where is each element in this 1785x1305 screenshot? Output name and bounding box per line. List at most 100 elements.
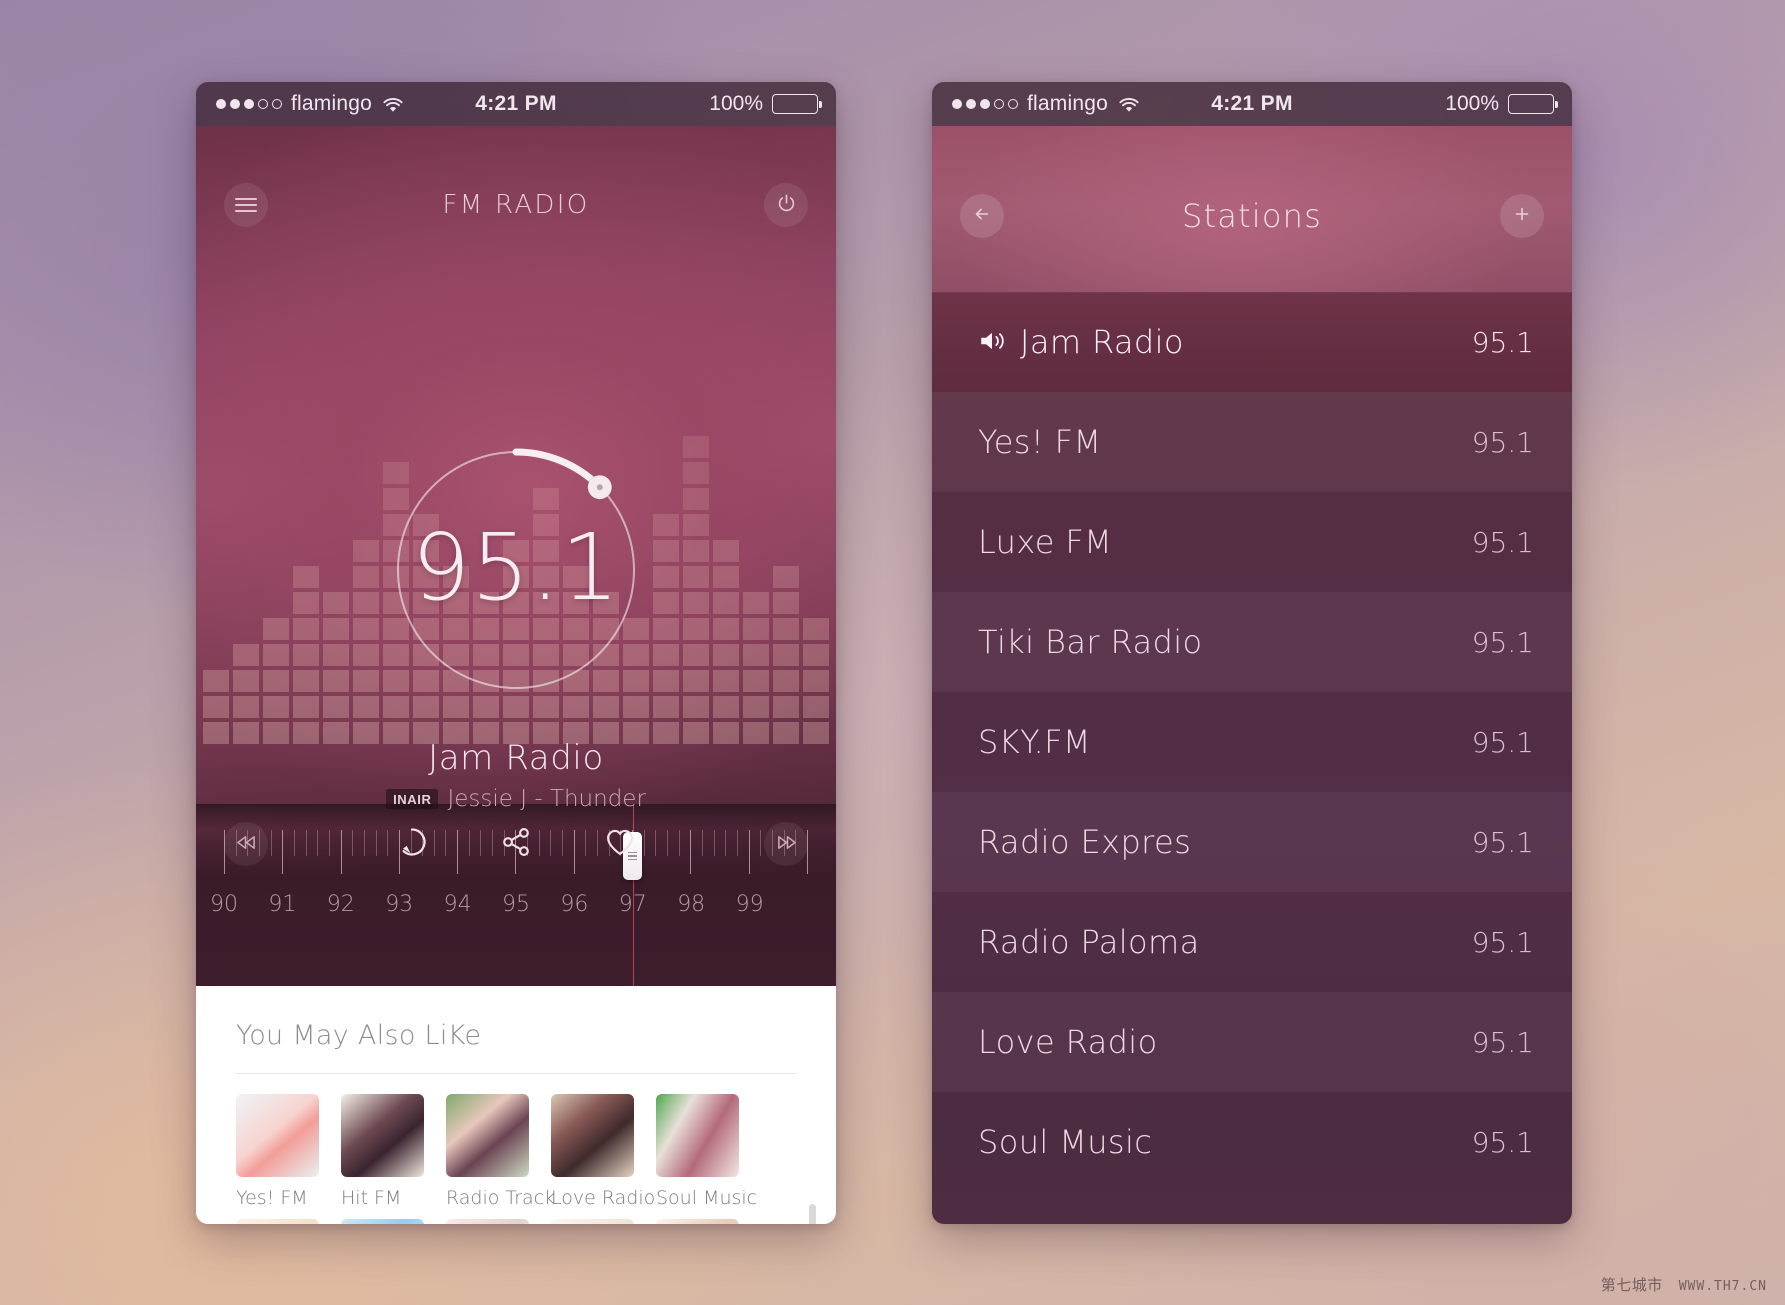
station-name: Yes! FM — [978, 423, 1101, 461]
battery-icon — [772, 94, 822, 114]
equalizer-cell — [713, 566, 739, 588]
equalizer-column — [263, 618, 289, 744]
equalizer-cell — [653, 696, 679, 718]
list-item[interactable]: Hit FM — [341, 1094, 424, 1209]
speaker-volume-icon — [978, 323, 1006, 361]
equalizer-cell — [653, 592, 679, 614]
station-row[interactable]: Jam Radio 95.1 — [932, 292, 1572, 392]
tuner-label: 90 — [210, 892, 238, 917]
equalizer-cell — [653, 644, 679, 666]
battery-percent-label: 100% — [709, 92, 763, 115]
equalizer-cell — [323, 670, 349, 692]
station-row[interactable]: SKY.FM 95.1 — [932, 692, 1572, 792]
stations-main-area: Stations Jam Radio 95.1 Yes! FM 95.1 Luxe FM… — [932, 126, 1572, 1224]
stations-nav-bar: Stations — [932, 188, 1572, 244]
equalizer-cell — [683, 488, 709, 510]
equalizer-cell — [263, 670, 289, 692]
recommendation-label: Yes! FM — [236, 1187, 308, 1209]
recommendations-list: Yes! FM Hit FM Radio Track Love Radio Soul M… — [196, 1074, 836, 1209]
station-row[interactable]: Soul Music 95.1 — [932, 1092, 1572, 1192]
equalizer-cell — [233, 670, 259, 692]
equalizer-cell — [773, 670, 799, 692]
list-item[interactable] — [446, 1219, 529, 1224]
station-name: Radio Paloma — [978, 923, 1200, 961]
fabric-thumbnail — [551, 1219, 634, 1224]
list-item[interactable]: Soul Music — [656, 1094, 757, 1209]
station-frequency: 95.1 — [1471, 1125, 1534, 1159]
equalizer-cell — [653, 566, 679, 588]
station-frequency: 95.1 — [1471, 525, 1534, 559]
station-name-label: Love Radio — [978, 1023, 1158, 1061]
equalizer-cell — [773, 618, 799, 640]
next-station-button[interactable] — [764, 822, 808, 866]
equalizer-cell — [233, 644, 259, 666]
watermark: 第七城市 WWW.TH7.CN — [1601, 1274, 1767, 1295]
frequency-dial[interactable]: 95.1 — [390, 444, 642, 696]
list-item[interactable] — [341, 1219, 424, 1224]
list-item[interactable]: Yes! FM — [236, 1094, 319, 1209]
station-row[interactable]: Radio Expres 95.1 — [932, 792, 1572, 892]
favorite-button[interactable] — [601, 825, 639, 863]
station-name: SKY.FM — [978, 723, 1091, 761]
station-frequency: 95.1 — [1471, 925, 1534, 959]
station-row[interactable]: Radio Paloma 95.1 — [932, 892, 1572, 992]
recommendations-list-second-row — [196, 1209, 836, 1224]
station-name-label: Jam Radio — [1020, 323, 1184, 361]
equalizer-cell — [683, 592, 709, 614]
now-playing-info: Jam Radio INAIR Jessie J - Thunder — [196, 738, 836, 812]
previous-station-button[interactable] — [224, 822, 268, 866]
station-row[interactable]: Tiki Bar Radio 95.1 — [932, 592, 1572, 692]
watermark-chinese: 第七城市 — [1600, 1276, 1663, 1294]
equalizer-cell — [773, 644, 799, 666]
equalizer-cell — [743, 644, 769, 666]
tuner-label: 99 — [735, 892, 764, 917]
equalizer-cell — [503, 696, 529, 718]
equalizer-cell — [323, 696, 349, 718]
equalizer-cell — [713, 696, 739, 718]
equalizer-cell — [353, 644, 379, 666]
list-item[interactable] — [656, 1219, 739, 1224]
repeat-button[interactable] — [393, 825, 431, 863]
equalizer-cell — [353, 566, 379, 588]
portrait-thumbnail — [656, 1219, 739, 1224]
station-frequency: 95.1 — [1471, 625, 1534, 659]
equalizer-cell — [473, 696, 499, 718]
tuner-label: 98 — [677, 892, 706, 917]
battery-percent-label: 100% — [1445, 92, 1499, 115]
equalizer-cell — [293, 696, 319, 718]
player-nav-bar: FM RADIO — [196, 176, 836, 234]
station-row[interactable]: Yes! FM 95.1 — [932, 392, 1572, 492]
share-button[interactable] — [497, 825, 535, 863]
page-title: FM RADIO — [442, 190, 590, 220]
fast-forward-icon — [774, 833, 799, 856]
current-track-label: Jessie J - Thunder — [447, 786, 646, 812]
list-item[interactable] — [551, 1219, 634, 1224]
phone-stations-screen: flamingo 4:21 PM 100% Stations Jam Radio… — [932, 82, 1572, 1224]
battery-icon — [1508, 94, 1558, 114]
station-name: Tiki Bar Radio — [978, 623, 1202, 661]
status-bar-right-group: 100% — [1445, 92, 1558, 116]
hands-thumbnail — [446, 1219, 529, 1224]
list-item[interactable] — [236, 1219, 319, 1224]
station-row[interactable]: Luxe FM 95.1 — [932, 492, 1572, 592]
equalizer-cell — [683, 618, 709, 640]
equalizer-cell — [293, 644, 319, 666]
repeat-icon — [395, 825, 429, 863]
equalizer-cell — [323, 618, 349, 640]
equalizer-cell — [713, 592, 739, 614]
vertical-scrollbar[interactable] — [809, 1204, 816, 1224]
equalizer-column — [713, 540, 739, 744]
tuner-label: 95 — [502, 892, 530, 917]
equalizer-column — [743, 592, 769, 744]
station-frequency: 95.1 — [1471, 825, 1534, 859]
equalizer-column — [203, 670, 229, 744]
white-flowers-thumbnail — [341, 1219, 424, 1224]
equalizer-cell — [773, 696, 799, 718]
list-item[interactable]: Radio Track — [446, 1094, 555, 1209]
station-row[interactable]: Love Radio 95.1 — [932, 992, 1572, 1092]
equalizer-cell — [653, 618, 679, 640]
equalizer-cell — [533, 696, 559, 718]
list-item[interactable]: Love Radio — [551, 1094, 655, 1209]
equalizer-cell — [773, 592, 799, 614]
heart-icon — [603, 825, 637, 863]
